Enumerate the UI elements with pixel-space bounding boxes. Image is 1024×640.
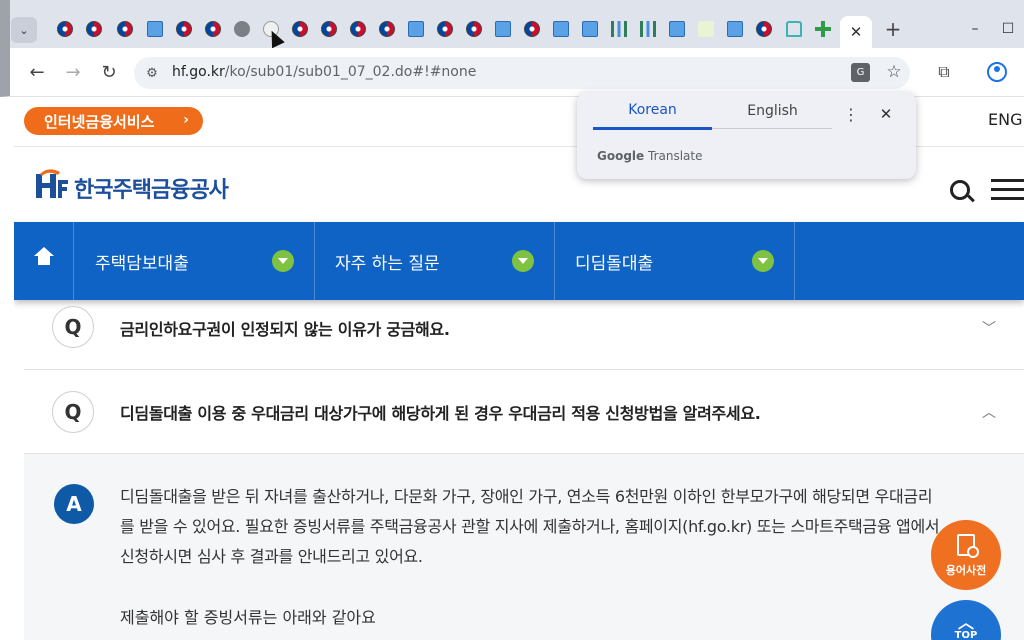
chevron-down-icon[interactable]: [752, 250, 774, 272]
brand-google: Google: [597, 149, 645, 163]
back-arrow-icon[interactable]: ←: [26, 61, 48, 83]
tab-favicon-gov-icon[interactable]: [321, 21, 337, 37]
glossary-label: 용어사전: [945, 564, 987, 577]
question-badge: Q: [52, 391, 94, 433]
web-page: 인터넷금융서비스 › ENG 한국주택금융공사 주택담보대출 자주 하는 질문: [14, 98, 1024, 640]
tab-favicon-gov-icon[interactable]: [176, 21, 192, 37]
nav-item-faq[interactable]: 자주 하는 질문: [315, 222, 555, 300]
answer-badge: A: [54, 484, 94, 524]
more-vert-icon[interactable]: ⋮: [843, 104, 859, 124]
tab-favicon-site-icon[interactable]: [408, 21, 424, 37]
tab-favicon-site-icon[interactable]: [147, 21, 163, 37]
url-text[interactable]: hf.go.kr/ko/sub01/sub01_07_02.do#!#none: [172, 64, 476, 80]
site-info-tune-icon[interactable]: ⚙: [143, 64, 161, 82]
internet-banking-label: 인터넷금융서비스: [44, 112, 155, 131]
tab-favicon-site-icon[interactable]: [582, 21, 598, 37]
tab-favicon-site-icon[interactable]: [727, 21, 743, 37]
tab-favicon-site-icon[interactable]: [669, 21, 685, 37]
tab-favicon-site-icon[interactable]: [553, 21, 569, 37]
url-path: /ko/sub01/sub01_07_02.do#!#none: [224, 64, 477, 80]
home-button[interactable]: [14, 222, 74, 300]
tab-favicon-gov-icon[interactable]: [524, 21, 540, 37]
chevron-up-icon[interactable]: ︿: [979, 402, 999, 422]
tab-favicon-site-icon[interactable]: [495, 21, 511, 37]
nav-item-mortgage[interactable]: 주택담보대출: [75, 222, 315, 300]
extensions-puzzle-icon[interactable]: ⧉: [934, 62, 954, 82]
tab-favicon-gov-icon[interactable]: [437, 21, 453, 37]
bookmark-star-icon[interactable]: ☆: [884, 62, 904, 82]
profile-avatar-icon[interactable]: [987, 62, 1007, 82]
faq-answer-panel: A 디딤돌대출을 받은 뒤 자녀를 출산하거나, 다문화 가구, 장애인 가구,…: [24, 454, 1024, 640]
chevron-down-icon[interactable]: [512, 250, 534, 272]
tab-favicon-gov-icon[interactable]: [379, 21, 395, 37]
tab-favicon-gov-icon[interactable]: [350, 21, 366, 37]
tab-favicon-building-icon[interactable]: [640, 21, 656, 37]
tab-favicon-gov-icon[interactable]: [292, 21, 308, 37]
search-icon[interactable]: [950, 180, 970, 200]
chevron-down-icon[interactable]: [272, 250, 294, 272]
url-host: hf.go.kr: [172, 64, 225, 80]
tab-favicon-globe-icon[interactable]: [234, 21, 250, 37]
faq-question-row[interactable]: Q 디딤돌대출 이용 중 우대금리 대상가구에 해당하게 된 경우 우대금리 적…: [24, 370, 1024, 454]
tab-favicon-lh-icon[interactable]: [698, 21, 714, 37]
faq-question-row[interactable]: Q 금리인하요구권이 인정되지 않는 이유가 궁금해요. ﹀: [24, 300, 1024, 370]
faq-question-text[interactable]: 디딤돌대출 이용 중 우대금리 대상가구에 해당하게 된 경우 우대금리 적용 …: [120, 400, 761, 424]
tab-favicon-gov-icon[interactable]: [86, 21, 102, 37]
forward-arrow-icon[interactable]: →: [62, 61, 84, 83]
tab-favicon-house-icon[interactable]: [786, 21, 802, 37]
tab-favicon-gov-icon[interactable]: [117, 21, 133, 37]
translate-icon[interactable]: G: [851, 63, 870, 82]
site-logo-text[interactable]: 한국주택금융공사: [74, 172, 229, 204]
nav-item-label: 자주 하는 질문: [335, 253, 440, 274]
window-minimize-button[interactable]: –: [966, 20, 984, 38]
tab-favicon-gov-icon[interactable]: [57, 21, 73, 37]
tab-search-chevron-icon[interactable]: ⌄: [11, 17, 37, 43]
window-maximize-button[interactable]: ☐: [999, 20, 1017, 38]
tab-favicon-gov-icon[interactable]: [466, 21, 482, 37]
active-tab-close-icon[interactable]: ✕: [840, 16, 872, 48]
internet-banking-button[interactable]: 인터넷금융서비스 ›: [24, 107, 203, 135]
book-search-icon: [957, 534, 979, 558]
hf-logo-icon[interactable]: [34, 168, 68, 202]
scroll-top-label: TOP: [954, 630, 978, 640]
faq-question-text[interactable]: 금리인하요구권이 인정되지 않는 이유가 궁금해요.: [120, 316, 450, 340]
tab-favicon-plus-icon[interactable]: [815, 21, 831, 37]
glossary-button[interactable]: 용어사전: [931, 520, 1001, 590]
translate-popup: Korean English ⋮ ✕ Google Translate: [577, 92, 916, 179]
translate-tab-source[interactable]: Korean: [593, 92, 712, 130]
global-navigation-bar: 주택담보대출 자주 하는 질문 디딤돌대출: [14, 222, 1024, 300]
chevron-up-icon: ︿: [957, 613, 974, 632]
tab-favicon-gov-icon[interactable]: [205, 21, 221, 37]
english-language-link[interactable]: ENG: [988, 110, 1022, 129]
translate-tab-target[interactable]: English: [713, 92, 832, 130]
nav-item-label: 디딤돌대출: [575, 253, 654, 274]
new-tab-button[interactable]: +: [882, 17, 904, 41]
hamburger-menu-icon[interactable]: [991, 179, 1024, 201]
tab-favicon-building-icon[interactable]: [611, 21, 627, 37]
faq-list: Q 금리인하요구권이 인정되지 않는 이유가 궁금해요. ﹀ Q 디딤돌대출 이…: [24, 300, 1024, 640]
nav-item-didimdol-loan[interactable]: 디딤돌대출: [555, 222, 795, 300]
question-badge: Q: [52, 306, 94, 348]
brand-translate: Translate: [648, 149, 703, 163]
tab-favicon-gov-icon[interactable]: [756, 21, 772, 37]
faq-answer-subheading: 제출해야 할 증빙서류는 아래와 같아요: [120, 608, 376, 627]
chevron-down-icon[interactable]: ﹀: [979, 318, 999, 338]
close-icon[interactable]: ✕: [876, 104, 896, 124]
google-translate-brand: Google Translate: [597, 149, 703, 163]
home-icon: [33, 247, 54, 269]
chevron-right-icon: ›: [183, 112, 189, 128]
reload-icon[interactable]: ↻: [98, 61, 120, 83]
faq-answer-text: 디딤돌대출을 받은 뒤 자녀를 출산하거나, 다문화 가구, 장애인 가구, 연…: [120, 487, 940, 566]
nav-item-label: 주택담보대출: [95, 253, 189, 274]
